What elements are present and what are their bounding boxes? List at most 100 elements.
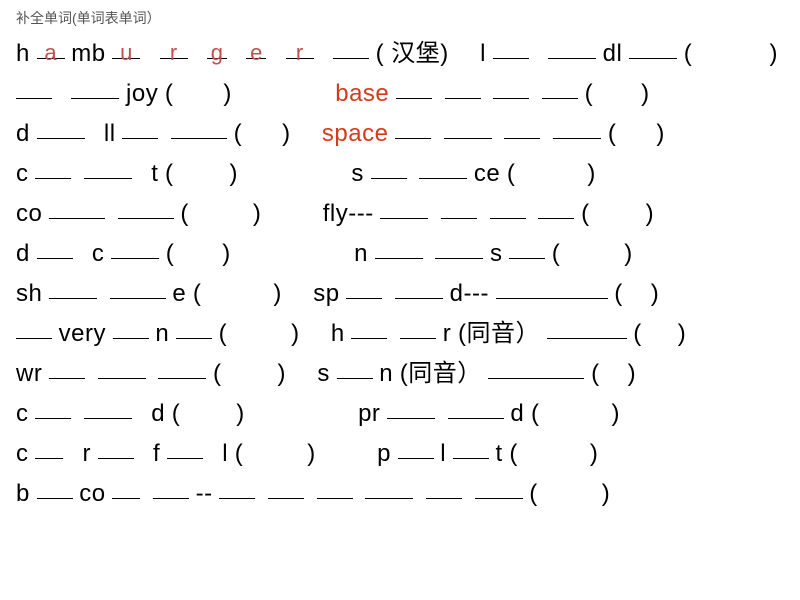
paren: ( (581, 200, 590, 227)
blank[interactable] (333, 35, 369, 59)
stem-c: c (16, 160, 29, 187)
blank[interactable] (375, 235, 423, 259)
dash: -- (196, 480, 213, 507)
blank[interactable] (49, 275, 97, 299)
line-4: c t () s ce () (16, 154, 784, 194)
stem-space: space (322, 120, 389, 147)
blank[interactable] (118, 195, 174, 219)
blank[interactable] (444, 115, 492, 139)
blank[interactable] (35, 395, 71, 419)
line-9: wr () s n (同音） () (16, 354, 784, 394)
stem-co: co (16, 200, 42, 227)
blank[interactable] (496, 275, 608, 299)
blank[interactable] (380, 195, 428, 219)
line-1: h a mb u r g e r ( 汉堡) l dl ( ) (16, 34, 784, 74)
blank[interactable] (84, 395, 132, 419)
blank[interactable] (629, 35, 677, 59)
hint-tongyin: (同音） (400, 360, 482, 387)
blank[interactable] (493, 75, 529, 99)
stem-fly: fly--- (323, 200, 374, 227)
blank[interactable] (504, 115, 540, 139)
blank[interactable] (453, 435, 489, 459)
blank[interactable] (176, 315, 212, 339)
blank[interactable] (37, 115, 85, 139)
stem-joy: joy (126, 80, 158, 107)
blank[interactable] (445, 75, 481, 99)
blank[interactable] (98, 355, 146, 379)
blank[interactable] (400, 315, 436, 339)
blank[interactable] (158, 355, 206, 379)
stem-t: t (151, 160, 158, 187)
blank[interactable] (346, 275, 382, 299)
blank[interactable] (317, 475, 353, 499)
blank[interactable] (153, 475, 189, 499)
blank[interactable] (488, 355, 584, 379)
blank[interactable] (49, 355, 85, 379)
blank[interactable] (337, 355, 373, 379)
blank[interactable] (35, 435, 63, 459)
blank[interactable] (122, 115, 158, 139)
blank[interactable] (371, 155, 407, 179)
line-11: c r f l () p l t () (16, 434, 784, 474)
paren: ( (165, 80, 174, 107)
stem-sh: sh (16, 280, 42, 307)
blank[interactable] (441, 195, 477, 219)
blank[interactable] (493, 35, 529, 59)
blank[interactable] (49, 195, 105, 219)
blank[interactable] (396, 75, 432, 99)
blank[interactable] (35, 155, 71, 179)
blank[interactable] (351, 315, 387, 339)
blank[interactable] (490, 195, 526, 219)
blank[interactable] (553, 115, 601, 139)
blank[interactable] (111, 235, 159, 259)
blank[interactable] (113, 315, 149, 339)
stem-e: e (172, 280, 186, 307)
paren: ) (273, 280, 282, 307)
blank[interactable] (84, 155, 132, 179)
blank[interactable] (37, 235, 73, 259)
answer-a: a (37, 34, 65, 74)
blank[interactable] (548, 35, 596, 59)
blank[interactable] (398, 435, 434, 459)
blank[interactable] (448, 395, 504, 419)
blank[interactable] (167, 435, 203, 459)
paren: ( (614, 280, 623, 307)
stem-very: very (59, 320, 106, 347)
paren: ) (651, 280, 660, 307)
stem-ll: ll (104, 120, 116, 147)
blank[interactable] (98, 435, 134, 459)
blank[interactable] (110, 275, 166, 299)
blank[interactable] (542, 75, 578, 99)
blank[interactable] (16, 75, 52, 99)
paren: ( (507, 160, 516, 187)
line-2: joy () base () (16, 74, 784, 114)
blank[interactable] (268, 475, 304, 499)
hint-hanbao: ( 汉堡) (376, 40, 449, 67)
blank[interactable] (37, 475, 73, 499)
blank[interactable] (387, 395, 435, 419)
blank[interactable] (538, 195, 574, 219)
blank[interactable] (475, 475, 523, 499)
blank[interactable] (395, 275, 443, 299)
blank[interactable] (71, 75, 119, 99)
stem-t: t (495, 440, 502, 467)
blank[interactable] (419, 155, 467, 179)
blank[interactable] (171, 115, 227, 139)
blank[interactable] (365, 475, 413, 499)
blank[interactable] (426, 475, 462, 499)
blank[interactable] (547, 315, 627, 339)
paren: ) (223, 80, 232, 107)
stem-n: n (155, 320, 169, 347)
stem-h: h (16, 40, 30, 67)
stem-co: co (79, 480, 105, 507)
blank[interactable] (219, 475, 255, 499)
blank[interactable] (112, 475, 140, 499)
blank[interactable] (16, 315, 52, 339)
stem-pr: pr (358, 400, 380, 427)
answer-g: g (207, 34, 227, 74)
paren: ) (770, 40, 779, 67)
blank[interactable] (395, 115, 431, 139)
blank[interactable] (435, 235, 483, 259)
blank[interactable] (509, 235, 545, 259)
line-6: d c () n s () (16, 234, 784, 274)
